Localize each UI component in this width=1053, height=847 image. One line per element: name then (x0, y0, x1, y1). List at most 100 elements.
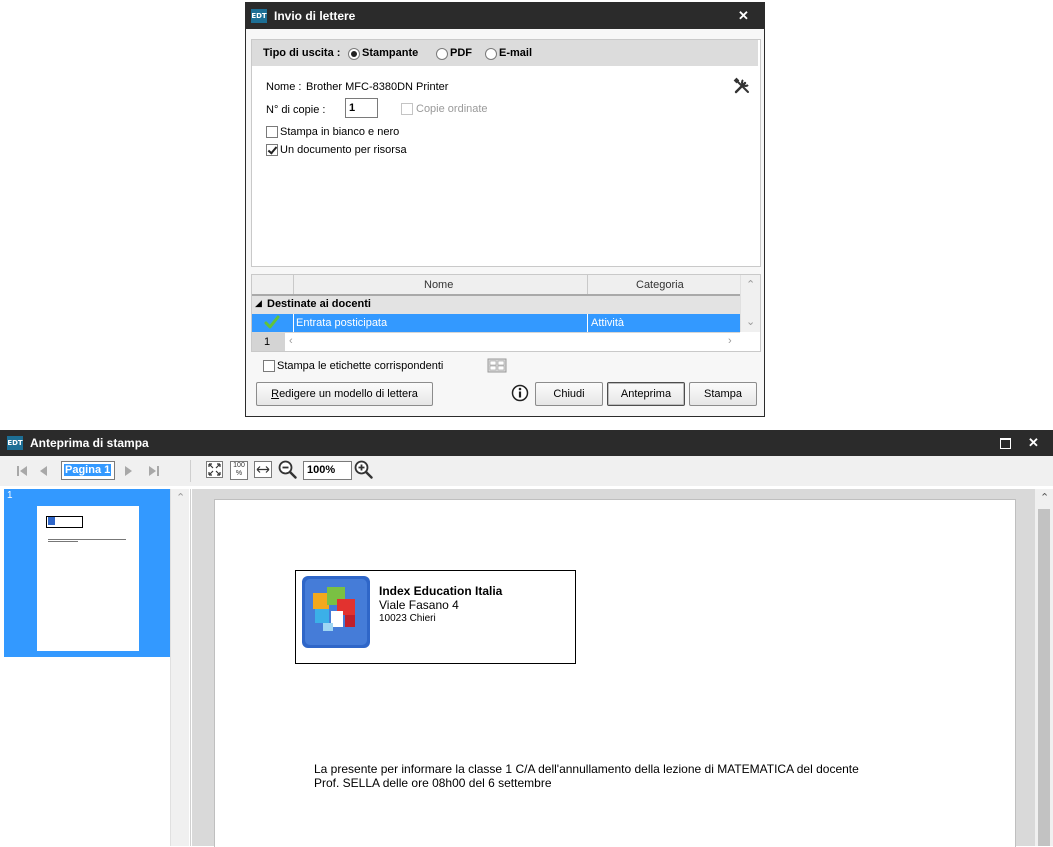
sender-name: Index Education Italia (379, 584, 503, 598)
thumb-text-line-1 (48, 539, 126, 540)
printer-name-value: Brother MFC-8380DN Printer (306, 81, 449, 93)
hscroll-right-icon[interactable]: › (728, 335, 732, 347)
output-type-label: Tipo di uscita : (263, 47, 341, 59)
group-label: Destinate ai docenti (267, 298, 371, 310)
table-row[interactable]: Entrata posticipata Attività (252, 314, 740, 332)
row-count: 1 (264, 336, 271, 348)
sender-address-box: Index Education Italia Viale Fasano 4 10… (295, 570, 576, 664)
viewer-scrollbar[interactable]: ⌃ (1035, 489, 1053, 846)
dialog-title: Invio di lettere (274, 9, 356, 23)
radio-pdf-dot[interactable] (436, 48, 448, 60)
thumbnail-selected[interactable]: 1 (4, 489, 170, 657)
letter-body-line-1: La presente per informare la classe 1 C/… (314, 762, 859, 776)
bw-checkbox[interactable] (266, 126, 278, 138)
preview-window: EDT Anteprima di stampa ✕ Pagina 1 100 % (0, 430, 1053, 847)
thumb-text-line-2 (48, 541, 78, 542)
zoom-value: 100% (307, 464, 336, 476)
actual-size-icon[interactable]: 100 % (230, 461, 248, 480)
radio-email-dot[interactable] (485, 48, 497, 60)
letters-dialog: EDT Invio di lettere ✕ Tipo di uscita : … (245, 2, 765, 417)
copies-value: 1 (349, 102, 356, 114)
preview-app-badge-icon: EDT (7, 436, 23, 450)
next-page-icon[interactable] (124, 465, 134, 477)
preview-title: Anteprima di stampa (30, 436, 149, 450)
page-field-value: Pagina 1 (64, 464, 112, 476)
first-page-icon[interactable] (16, 465, 28, 477)
page-viewer: Index Education Italia Viale Fasano 4 10… (192, 489, 1035, 847)
close-icon[interactable]: ✕ (738, 8, 749, 24)
copies-input[interactable]: 1 (345, 98, 378, 118)
prev-page-icon[interactable] (38, 465, 48, 477)
radio-pdf-label: PDF (450, 47, 472, 59)
row-categoria: Attività (591, 317, 625, 329)
column-categoria[interactable]: Categoria (636, 279, 684, 291)
grid-group-row[interactable]: ◢ Destinate ai docenti (252, 296, 740, 314)
vscroll-down-icon[interactable]: ⌄ (746, 315, 755, 328)
per-resource-label: Un documento per risorsa (280, 144, 407, 156)
dialog-titlebar[interactable]: EDT Invio di lettere ✕ (246, 3, 764, 29)
grid-header-sep (587, 275, 588, 294)
copies-label: N° di copie : (266, 104, 326, 116)
page-field[interactable]: Pagina 1 (61, 461, 115, 480)
collate-label: Copie ordinate (416, 103, 488, 115)
zoom-out-icon[interactable] (278, 460, 297, 479)
printer-name-label: Nome : (266, 81, 302, 93)
zoom-input[interactable]: 100% (303, 461, 352, 480)
hscroll-left-icon[interactable]: ‹ (289, 335, 293, 347)
edit-template-mnemonic: R (271, 388, 280, 400)
last-page-icon[interactable] (148, 465, 160, 477)
close-button[interactable]: Chiudi (535, 382, 603, 406)
wrench-screwdriver-icon[interactable] (733, 77, 751, 95)
row-nome: Entrata posticipata (296, 317, 388, 329)
thumb-scroll-up-icon[interactable]: ⌃ (176, 491, 185, 504)
info-icon[interactable] (511, 384, 529, 402)
row-sep-1 (293, 314, 294, 332)
thumbnail-page (37, 506, 139, 651)
edit-template-button[interactable]: Redigere un modello di lettera (256, 382, 433, 406)
row-count-cell: 1 (252, 333, 285, 351)
green-check-icon (264, 315, 280, 329)
app-badge-icon: EDT (251, 9, 267, 23)
output-panel: Tipo di uscita : Stampante PDF E-mail No… (251, 39, 761, 267)
sender-city: 10023 Chieri (379, 613, 436, 624)
letter-body-line-2: Prof. SELLA delle ore 08h00 del 6 settem… (314, 776, 552, 790)
zoom-in-icon[interactable] (354, 460, 373, 479)
viewer-scroll-thumb[interactable] (1038, 509, 1050, 846)
preview-button[interactable]: Anteprima (607, 382, 685, 406)
row-sep-2 (587, 314, 588, 332)
close-icon[interactable]: ✕ (1028, 435, 1039, 451)
letters-grid: Nome Categoria ◢ Destinate ai docenti En… (251, 274, 761, 352)
radio-email-label: E-mail (499, 47, 533, 59)
thumbnail-number: 1 (7, 490, 13, 501)
document-page: Index Education Italia Viale Fasano 4 10… (214, 499, 1016, 847)
thumb-logo (48, 517, 55, 525)
bw-label: Stampa in bianco e nero (280, 126, 400, 138)
preview-titlebar[interactable]: EDT Anteprima di stampa ✕ (0, 430, 1053, 456)
print-button[interactable]: Stampa (689, 382, 757, 406)
preview-toolbar: Pagina 1 100 % 100% (0, 456, 1053, 486)
radio-stampante-dot[interactable] (348, 48, 360, 60)
maximize-icon[interactable] (1000, 438, 1011, 449)
vscroll-up-icon[interactable]: ⌃ (746, 278, 755, 291)
column-nome[interactable]: Nome (424, 279, 453, 291)
thumbnail-scrollbar[interactable]: ⌃ (170, 489, 189, 846)
collate-checkbox[interactable] (401, 103, 413, 115)
label-sheet-icon (487, 358, 507, 373)
edit-template-rest: edigere un modello di lettera (279, 388, 418, 400)
grid-header-select (252, 275, 294, 294)
radio-stampante-label: Stampante (362, 47, 419, 59)
output-type-bar: Tipo di uscita : Stampante PDF E-mail (252, 40, 758, 66)
company-logo (302, 576, 370, 648)
labels-checkbox-label: Stampa le etichette corrispondenti (277, 360, 444, 372)
viewer-scroll-up-icon[interactable]: ⌃ (1040, 491, 1049, 504)
grid-header: Nome Categoria (252, 275, 740, 296)
fit-width-icon[interactable] (254, 461, 272, 478)
labels-checkbox[interactable] (263, 360, 275, 372)
toolbar-separator (190, 460, 191, 482)
per-resource-checkbox[interactable] (266, 144, 278, 156)
grid-footer: 1 ‹ › (252, 332, 740, 351)
grid-vscrollbar[interactable]: ⌃ ⌄ (740, 275, 760, 332)
fit-page-icon[interactable] (206, 461, 223, 478)
collapse-triangle-icon[interactable]: ◢ (255, 298, 262, 309)
sender-street: Viale Fasano 4 (379, 598, 459, 612)
